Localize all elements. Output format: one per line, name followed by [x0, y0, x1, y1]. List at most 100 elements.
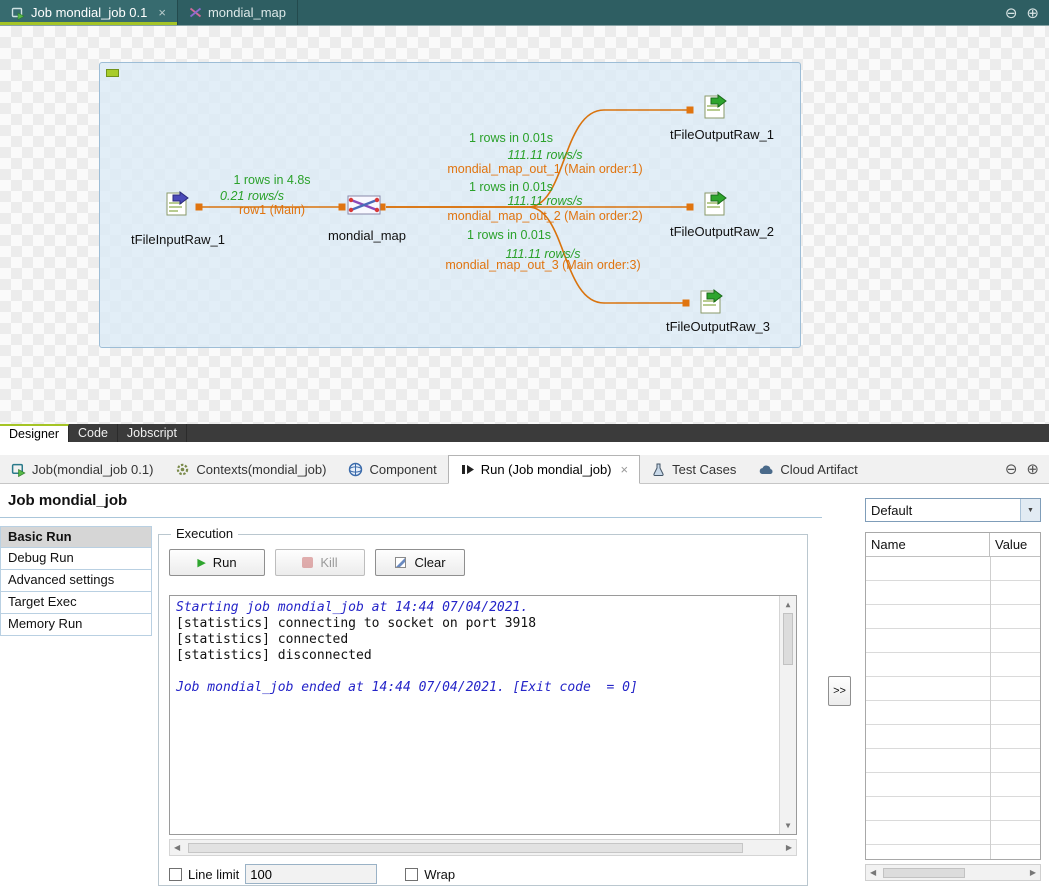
scroll-left-icon[interactable]: ◀ — [174, 843, 180, 852]
clear-button[interactable]: Clear — [375, 549, 465, 576]
clear-button-label: Clear — [414, 555, 445, 570]
component-tFileOutputRaw_3[interactable] — [696, 287, 726, 320]
minimize-icon[interactable]: ⊖ — [1005, 4, 1018, 22]
tab-job[interactable]: Job(mondial_job 0.1) — [0, 455, 164, 483]
run-sidebar: Basic Run Debug Run Advanced settings Ta… — [0, 526, 152, 636]
console-horizontal-scrollbar[interactable]: ◀ ▶ — [169, 839, 797, 856]
component-label[interactable]: tFileOutputRaw_3 — [648, 319, 788, 334]
console-line: Job mondial_job ended at 14:44 07/04/202… — [176, 680, 790, 696]
close-icon[interactable]: × — [621, 462, 629, 477]
context-selector-value: Default — [866, 503, 1020, 518]
run-view: Job mondial_job Basic Run Debug Run Adva… — [0, 484, 1049, 893]
panel-divider — [0, 442, 1049, 455]
maximize-icon[interactable]: ⊕ — [1026, 4, 1039, 22]
editor-tab-bar: Job mondial_job 0.1 × mondial_map ⊖ ⊕ — [0, 0, 1049, 26]
row-count-label: 1 rows in 0.01s — [371, 131, 651, 145]
connection-name-label[interactable]: mondial_map_out_3 (Main order:3) — [403, 258, 683, 272]
execution-console[interactable]: Starting job mondial_job at 14:44 07/04/… — [169, 595, 797, 835]
connection-name-label[interactable]: row1 (Main) — [132, 203, 412, 217]
connection-anchor[interactable] — [687, 107, 694, 114]
editor-window-controls: ⊖ ⊕ — [1005, 0, 1049, 25]
sidebar-item-debug-run[interactable]: Debug Run — [0, 548, 152, 570]
context-selector[interactable]: Default ▼ — [865, 498, 1041, 522]
sidebar-item-memory-run[interactable]: Memory Run — [0, 614, 152, 636]
sidebar-item-advanced-settings[interactable]: Advanced settings — [0, 570, 152, 592]
sidebar-item-target-exec[interactable]: Target Exec — [0, 592, 152, 614]
scroll-left-icon[interactable]: ◀ — [870, 868, 876, 877]
clear-icon — [394, 556, 407, 569]
component-label[interactable]: tFileOutputRaw_1 — [652, 127, 792, 142]
connection-name-label[interactable]: mondial_map_out_2 (Main order:2) — [405, 209, 685, 223]
console-options-row: Line limit Wrap — [169, 863, 455, 885]
tab-cloud-artifact[interactable]: Cloud Artifact — [747, 455, 868, 483]
component-label[interactable]: tFileInputRaw_1 — [108, 232, 248, 247]
connection-anchor[interactable] — [683, 300, 690, 307]
sidebar-item-basic-run[interactable]: Basic Run — [0, 526, 152, 548]
row-rate-label: 0.21 rows/s — [112, 189, 392, 203]
scroll-right-icon[interactable]: ▶ — [786, 843, 792, 852]
table-header: Name Value — [866, 533, 1040, 557]
context-horizontal-scrollbar[interactable]: ◀ ▶ — [865, 864, 1041, 881]
wrap-checkbox[interactable] — [405, 868, 418, 881]
kill-button-label: Kill — [320, 555, 337, 570]
tab-jobscript[interactable]: Jobscript — [118, 424, 187, 442]
tab-run[interactable]: Run (Job mondial_job) × — [448, 455, 640, 484]
component-label[interactable]: tFileOutputRaw_2 — [652, 224, 792, 239]
connection-name-label[interactable]: mondial_map_out_1 (Main order:1) — [405, 162, 685, 176]
line-limit-input[interactable] — [245, 864, 377, 884]
close-icon[interactable]: × — [158, 5, 166, 20]
file-output-raw-icon — [700, 92, 730, 122]
scroll-up-icon[interactable]: ▲ — [786, 600, 791, 609]
editor-tab-label: Job mondial_job 0.1 — [31, 5, 147, 20]
tab-label: Contexts(mondial_job) — [196, 462, 326, 477]
scroll-right-icon[interactable]: ▶ — [1030, 868, 1036, 877]
column-divider — [990, 533, 991, 859]
test-cases-flask-icon — [651, 462, 666, 477]
line-limit-checkbox[interactable] — [169, 868, 182, 881]
file-output-raw-icon — [696, 287, 726, 317]
kill-button[interactable]: Kill — [275, 549, 365, 576]
panel-window-controls: ⊖ ⊕ — [1005, 455, 1049, 483]
scrollbar-thumb[interactable] — [188, 843, 743, 853]
run-button[interactable]: ▶ Run — [169, 549, 265, 576]
view-tab-bar: Designer Code Jobscript — [0, 424, 1049, 442]
talend-studio-window: Job mondial_job 0.1 × mondial_map ⊖ ⊕ — [0, 0, 1049, 893]
chevron-down-icon[interactable]: ▼ — [1020, 499, 1040, 521]
run-play-icon — [460, 462, 475, 477]
row-rate-label: 111.11 rows/s — [405, 194, 685, 208]
connection-anchor[interactable] — [687, 204, 694, 211]
tab-code[interactable]: Code — [69, 424, 118, 442]
console-line: [statistics] disconnected — [176, 648, 790, 664]
component-tFileOutputRaw_1[interactable] — [700, 92, 730, 125]
tab-component[interactable]: Component — [337, 455, 447, 483]
editor-tab-map[interactable]: mondial_map — [178, 0, 298, 25]
row-count-label: 1 rows in 0.01s — [371, 180, 651, 194]
expand-context-panel-button[interactable]: >> — [828, 676, 851, 706]
tab-designer[interactable]: Designer — [0, 424, 69, 442]
tab-test-cases[interactable]: Test Cases — [640, 455, 747, 483]
console-vertical-scrollbar[interactable]: ▲ ▼ — [779, 596, 796, 834]
tab-label: Test Cases — [672, 462, 736, 477]
job-icon — [11, 6, 25, 20]
column-header-name[interactable]: Name — [866, 533, 990, 556]
scrollbar-thumb[interactable] — [783, 613, 793, 665]
maximize-icon[interactable]: ⊕ — [1026, 460, 1039, 478]
component-tFileOutputRaw_2[interactable] — [700, 189, 730, 222]
editor-tab-job[interactable]: Job mondial_job 0.1 × — [0, 0, 178, 25]
line-limit-label: Line limit — [188, 867, 239, 882]
context-panel: Default ▼ Name Value ◀ ▶ — [865, 484, 1041, 893]
context-variables-table[interactable]: Name Value — [865, 532, 1041, 860]
contexts-gear-icon — [175, 462, 190, 477]
tmap-icon — [189, 7, 202, 18]
title-divider — [0, 517, 822, 518]
tab-label: Run (Job mondial_job) — [481, 462, 612, 477]
column-header-value[interactable]: Value — [990, 533, 1040, 556]
tab-contexts[interactable]: Contexts(mondial_job) — [164, 455, 337, 483]
scroll-down-icon[interactable]: ▼ — [786, 821, 791, 830]
scrollbar-thumb[interactable] — [883, 868, 965, 878]
design-canvas[interactable]: tFileInputRaw_1 mondial_map tFileOutputR… — [0, 26, 1049, 424]
minimize-icon[interactable]: ⊖ — [1005, 460, 1018, 478]
wrap-label: Wrap — [424, 867, 455, 882]
tab-label: Job(mondial_job 0.1) — [32, 462, 153, 477]
file-output-raw-icon — [700, 189, 730, 219]
